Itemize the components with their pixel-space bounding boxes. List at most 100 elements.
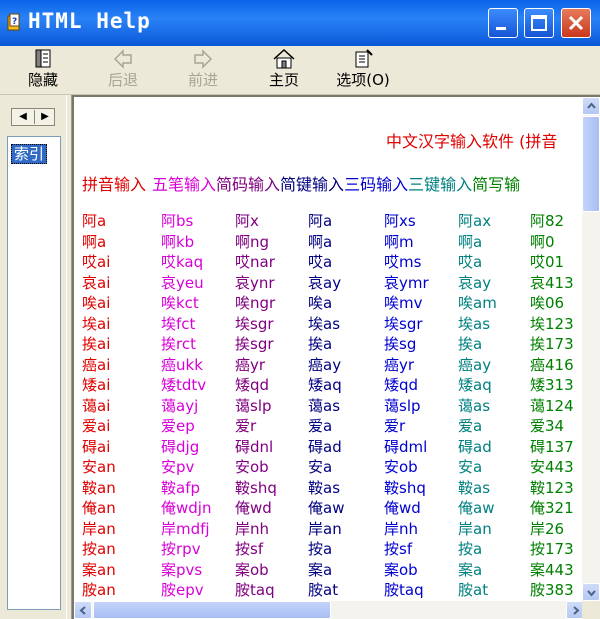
- code-entry: 案an: [82, 560, 116, 579]
- maximize-button[interactable]: [524, 8, 554, 38]
- nav-tab-scroller: ◀ ▶: [11, 108, 55, 126]
- code-entry: 哀413: [530, 273, 574, 292]
- code-entry: 挨a: [308, 335, 333, 353]
- scroll-right-icon[interactable]: ▶: [34, 110, 55, 124]
- code-entry: 胺taq: [384, 581, 424, 599]
- code-entry: 癌yr: [235, 355, 266, 374]
- code-entry: 案a: [308, 560, 333, 579]
- code-entry: 哎ms: [384, 253, 422, 271]
- code-entry: 俺an: [82, 499, 116, 517]
- code-entry: 挨a: [458, 335, 483, 353]
- code-entry: 碍ai: [82, 437, 111, 456]
- code-entry: 安pv: [161, 458, 195, 476]
- code-entry: 哎ai: [82, 253, 111, 271]
- forward-button[interactable]: 前进: [173, 48, 233, 92]
- code-entry: 唉kct: [161, 294, 199, 312]
- code-entry: 俺wd: [384, 499, 421, 517]
- code-entry: 碍dnl: [235, 437, 274, 456]
- scroll-down-button[interactable]: [582, 583, 600, 601]
- code-entry: 岸an: [308, 519, 342, 538]
- page-title: 中文汉字输入软件 (拼音: [386, 132, 558, 151]
- method-heading: 三键输入: [408, 175, 473, 194]
- code-entry: 埃as: [308, 314, 341, 333]
- code-entry: 啊a: [458, 232, 483, 251]
- code-entry: 埃ai: [82, 314, 111, 333]
- code-entry: 胺383: [530, 581, 574, 599]
- code-entry: 啊0: [530, 232, 555, 251]
- code-entry: 俺321: [530, 499, 574, 517]
- vertical-scrollbar[interactable]: [582, 97, 600, 601]
- code-entry: 鞍123: [530, 478, 574, 497]
- code-entry: 案pvs: [161, 560, 203, 579]
- code-entry: 啊kb: [161, 232, 195, 251]
- code-entry: 案443: [530, 560, 574, 579]
- code-entry: 爱34: [530, 417, 565, 435]
- method-heading: 简码输入: [216, 175, 281, 194]
- scroll-up-button[interactable]: [582, 97, 600, 115]
- window-title: HTML Help: [28, 9, 151, 33]
- nav-tab-list: 索引: [7, 136, 61, 610]
- code-entry: 蔼ai: [82, 396, 111, 415]
- code-entry: 阿a: [308, 212, 333, 230]
- code-entry: 埃sgr: [235, 314, 274, 333]
- code-entry: 胺at: [458, 581, 489, 599]
- code-column: 阿ax 啊a 哎a 哀ay 唉am 埃as 挨a 癌ay 矮aq 蔼as 爱a 碍ad 安a 鞍as 俺aw…: [458, 211, 497, 601]
- chevron-left-icon: [79, 606, 86, 615]
- vertical-scroll-thumb[interactable]: [582, 116, 600, 212]
- options-button[interactable]: 选项(O): [330, 48, 396, 92]
- code-entry: 蔼as: [308, 396, 341, 415]
- tab-index[interactable]: 索引: [11, 144, 48, 164]
- code-entry: 鞍as: [458, 478, 491, 497]
- code-entry: 俺wd: [235, 499, 272, 517]
- scroll-left-button[interactable]: [74, 601, 92, 619]
- horizontal-scroll-thumb[interactable]: [93, 601, 331, 619]
- code-entry: 安a: [308, 458, 333, 476]
- close-icon: [568, 15, 584, 31]
- code-entry: 哎nar: [235, 253, 275, 271]
- code-entry: 俺wdjn: [161, 499, 212, 517]
- code-entry: 蔼slp: [384, 396, 421, 415]
- code-entry: 岸mdfj: [161, 519, 210, 538]
- method-heading: 拼音输入: [82, 175, 147, 194]
- code-entry: 阿xs: [384, 212, 416, 230]
- chevron-down-icon: [587, 590, 596, 597]
- code-entry: 挨sgr: [235, 335, 274, 353]
- code-entry: 爱a: [308, 417, 333, 435]
- code-entry: 按a: [458, 540, 483, 558]
- input-method-headings: 拼音输入 五笔输入简码输入简键输入三码输入三键输入简写输: [82, 171, 520, 195]
- code-entry: 癌ay: [458, 355, 492, 374]
- code-entry: 矮tdtv: [161, 376, 207, 394]
- horizontal-scrollbar[interactable]: [74, 601, 584, 619]
- back-button[interactable]: 后退: [93, 48, 153, 92]
- code-entry: 埃123: [530, 314, 574, 333]
- code-entry: 哀ynr: [235, 273, 275, 292]
- close-button[interactable]: [561, 8, 591, 38]
- code-entry: 爱r: [235, 417, 257, 435]
- forward-label: 前进: [187, 71, 218, 89]
- code-entry: 胺epv: [161, 581, 204, 599]
- options-label: 选项(O): [336, 71, 390, 89]
- code-entry: 哎a: [308, 253, 333, 271]
- hide-icon: [35, 49, 51, 68]
- method-heading: 简写输: [472, 175, 521, 194]
- minimize-button[interactable]: [488, 8, 518, 38]
- code-entry: 碍ad: [458, 437, 492, 456]
- code-entry: 按sf: [235, 540, 264, 558]
- scroll-left-icon[interactable]: ◀: [13, 110, 33, 124]
- code-column: 阿a 啊a 哎a 哀ay 唉a 埃as 挨a 癌ay 矮aq 蔼as 爱a 碍ad 安a 鞍as 俺aw 岸a…: [308, 211, 344, 601]
- code-entry: 安ob: [235, 458, 269, 476]
- code-entry: 按sf: [384, 540, 413, 558]
- method-heading: 五笔输入: [152, 175, 217, 194]
- home-button[interactable]: 主页: [254, 48, 314, 92]
- code-entry: 啊ng: [235, 232, 270, 251]
- code-entry: 癌ay: [308, 355, 342, 374]
- hide-button[interactable]: 隐藏: [13, 48, 73, 92]
- code-entry: 岸an: [82, 519, 116, 538]
- home-icon: [273, 48, 295, 69]
- navigation-pane: ◀ ▶ 索引: [0, 95, 66, 619]
- code-entry: 安an: [82, 458, 116, 476]
- code-entry: 癌416: [530, 355, 574, 374]
- code-entry: 案ob: [384, 560, 418, 579]
- code-entry: 鞍an: [82, 478, 116, 497]
- maximize-icon: [531, 15, 547, 31]
